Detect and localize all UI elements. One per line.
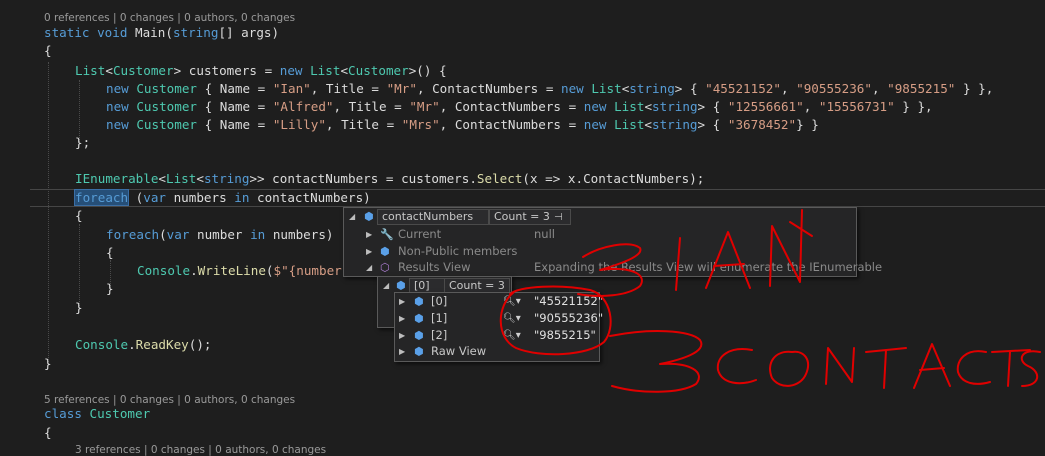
datatip-contactnumbers[interactable]: ◢ ⬢ contactNumbers Count = 3 ⊣ ▶ 🔧 Curre… [343, 207, 882, 277]
field-cube-icon: ⬢ [414, 295, 424, 308]
magnifier-icon[interactable]: 🔍︎▾ [503, 293, 521, 310]
field-cube-icon: ⬢ [414, 345, 424, 358]
indent-guide [79, 80, 80, 142]
datatip-header-name: contactNumbers [377, 209, 489, 225]
code-line-list-decl: List<Customer> customers = new List<Cust… [75, 63, 447, 78]
magnifier-icon[interactable]: 🔍︎▾ [503, 310, 521, 327]
code-line-customer-alfred: new Customer { Name = "Alfred", Title = … [106, 99, 933, 114]
datatip-results-items[interactable]: ▶ ⬢ [0] 🔍︎▾ "45521152" ▶ ⬢ [1] 🔍︎▾ "9055… [394, 292, 603, 362]
code-line-open-brace-3: { [106, 245, 114, 260]
datatip-row-results-view[interactable]: ◢ ⬡ Results View Expanding the Results V… [344, 259, 882, 276]
field-cube-icon: ⬢ [380, 245, 390, 258]
codelens-property[interactable]: 3 references | 0 changes | 0 authors, 0 … [75, 444, 326, 456]
datatip-row-current[interactable]: ▶ 🔧 Current null [344, 226, 856, 243]
code-line-ienumerable: IEnumerable<List<string>> contactNumbers… [75, 171, 705, 186]
code-line-close-brace-3: } [106, 281, 114, 296]
result-item-0[interactable]: ▶ ⬢ [0] 🔍︎▾ "45521152" [395, 293, 603, 310]
expand-triangle-icon[interactable]: ▶ [366, 226, 372, 243]
code-line-main-signature: static void Main(string[] args) [44, 25, 280, 40]
expand-triangle-icon[interactable]: ▶ [399, 310, 405, 327]
indent-guide [48, 62, 49, 364]
result-item-1[interactable]: ▶ ⬢ [1] 🔍︎▾ "90555236" [395, 310, 603, 327]
field-cube-icon: ⬢ [414, 312, 424, 325]
code-line-class-customer: class Customer [44, 406, 151, 421]
result-raw-view[interactable]: ▶ ⬢ Raw View [395, 343, 599, 360]
foreach-keyword-selection: foreach [73, 189, 130, 206]
field-cube-icon: ⬢ [414, 329, 424, 342]
code-line-customer-lilly: new Customer { Name = "Lilly", Title = "… [106, 117, 819, 132]
result-item-2[interactable]: ▶ ⬢ [2] 🔍︎▾ "9855215" [395, 327, 599, 344]
code-line-close-brace-2: } [75, 300, 83, 315]
code-line-close-brace: } [44, 356, 52, 371]
magnifier-icon[interactable]: 🔍︎▾ [503, 327, 521, 344]
datatip-row-nonpublic[interactable]: ▶ ⬢ Non-Public members [344, 243, 856, 260]
expand-triangle-icon[interactable]: ▶ [399, 293, 405, 310]
datatip-header[interactable]: ◢ ⬢ contactNumbers Count = 3 ⊣ [344, 208, 856, 225]
code-line-class-open-brace: { [44, 425, 52, 440]
pin-icon[interactable]: ⊣ [554, 209, 563, 226]
code-line-foreach-inner: foreach(var number in numbers) [106, 227, 334, 242]
code-line-open-brace: { [44, 43, 52, 58]
expand-triangle-icon[interactable]: ▶ [366, 243, 372, 260]
code-line-list-close: }; [75, 135, 91, 150]
code-line-console-writeline: Console.WriteLine($"{number}"); [137, 263, 372, 278]
codelens-main[interactable]: 0 references | 0 changes | 0 authors, 0 … [44, 12, 295, 24]
results-view-icon: ⬡ [380, 261, 390, 274]
code-line-foreach-outer[interactable]: foreach (var numbers in contactNumbers) [73, 189, 371, 207]
wrench-icon: 🔧 [380, 228, 394, 241]
code-line-console-readkey: Console.ReadKey(); [75, 337, 212, 352]
expand-triangle-icon[interactable]: ▶ [399, 343, 405, 360]
expand-triangle-icon[interactable]: ▶ [399, 327, 405, 344]
collapse-triangle-icon[interactable]: ◢ [349, 208, 355, 225]
collapse-triangle-icon[interactable]: ◢ [366, 259, 372, 276]
collapse-triangle-icon[interactable]: ◢ [383, 277, 389, 294]
field-cube-icon: ⬢ [364, 210, 374, 223]
code-line-open-brace-2: { [75, 208, 83, 223]
indent-guide [79, 224, 80, 308]
code-line-customer-ian: new Customer { Name = "Ian", Title = "Mr… [106, 81, 994, 96]
